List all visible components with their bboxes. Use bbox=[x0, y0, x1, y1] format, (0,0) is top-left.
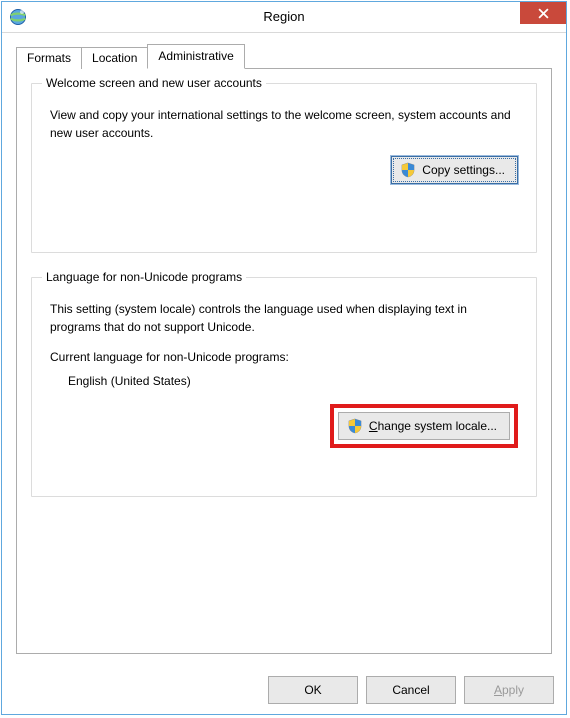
titlebar: Region bbox=[2, 2, 566, 33]
group-welcome-desc: View and copy your international setting… bbox=[50, 106, 518, 142]
tab-administrative[interactable]: Administrative bbox=[147, 44, 244, 69]
group-non-unicode-legend: Language for non-Unicode programs bbox=[42, 269, 246, 285]
current-language-value: English (United States) bbox=[68, 374, 518, 388]
dialog-buttons: OK Cancel Apply bbox=[268, 676, 554, 704]
group-non-unicode: Language for non-Unicode programs This s… bbox=[31, 277, 537, 497]
region-dialog: Region Formats Location Administrative W… bbox=[1, 1, 567, 715]
apply-label: Apply bbox=[494, 683, 524, 697]
uac-shield-icon bbox=[347, 418, 363, 434]
group-non-unicode-desc: This setting (system locale) controls th… bbox=[50, 300, 518, 336]
copy-settings-button[interactable]: Copy settings... bbox=[391, 156, 518, 184]
change-system-locale-button[interactable]: Change system locale... bbox=[338, 412, 510, 440]
tab-formats[interactable]: Formats bbox=[16, 47, 82, 69]
window-title: Region bbox=[2, 2, 566, 32]
tabpanel-administrative: Welcome screen and new user accounts Vie… bbox=[16, 68, 552, 654]
current-language-label: Current language for non-Unicode program… bbox=[50, 350, 518, 364]
change-locale-label: Change system locale... bbox=[369, 419, 497, 433]
change-locale-highlight: Change system locale... bbox=[330, 404, 518, 448]
group-welcome-screen: Welcome screen and new user accounts Vie… bbox=[31, 83, 537, 253]
uac-shield-icon bbox=[400, 162, 416, 178]
tabstrip: Formats Location Administrative bbox=[16, 43, 552, 68]
region-icon bbox=[8, 7, 28, 27]
close-button[interactable] bbox=[520, 2, 566, 24]
group-welcome-legend: Welcome screen and new user accounts bbox=[42, 75, 266, 91]
client-area: Formats Location Administrative Welcome … bbox=[2, 33, 566, 654]
tab-location[interactable]: Location bbox=[81, 47, 148, 69]
cancel-button[interactable]: Cancel bbox=[366, 676, 456, 704]
ok-button[interactable]: OK bbox=[268, 676, 358, 704]
copy-settings-label: Copy settings... bbox=[422, 163, 505, 177]
apply-button[interactable]: Apply bbox=[464, 676, 554, 704]
